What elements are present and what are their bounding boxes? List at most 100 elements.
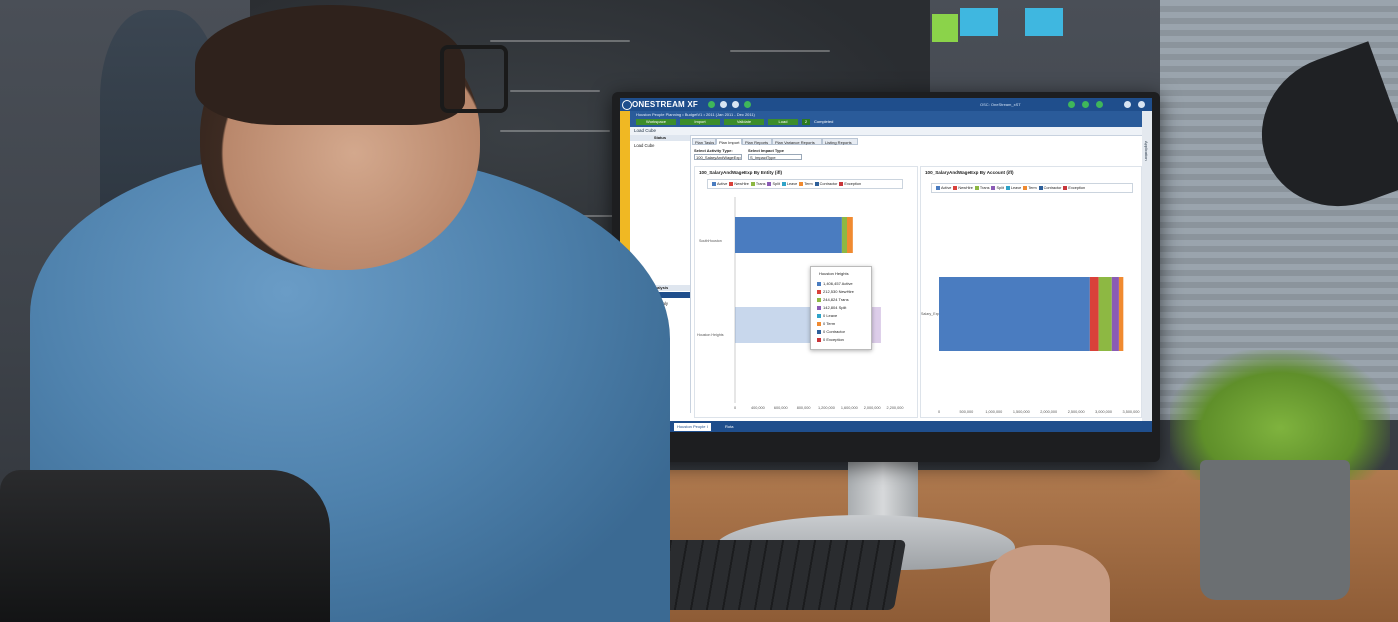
tooltip-swatch: [817, 289, 821, 294]
bar-active[interactable]: [735, 217, 842, 253]
tooltip-swatch: [817, 305, 821, 310]
entity-chart-panel: 100_SalaryAndWageExp By Entity (ifl) Act…: [694, 166, 918, 418]
x-tick-label: 400,000: [751, 406, 765, 410]
tab-plan-tasks[interactable]: Plan Tasks: [692, 138, 716, 145]
screen: ONESTREAM XF OSC: OneStream_xST Houston …: [620, 98, 1152, 432]
bottom-tab-houston-people[interactable]: Houston People I: [674, 423, 711, 431]
sticky-note: [960, 8, 998, 36]
chalk-scribble: [510, 90, 600, 92]
workflow-step-workspace[interactable]: Workspace: [636, 119, 676, 125]
tooltip-value: 244,824 Trans: [823, 297, 849, 302]
sticky-note: [932, 14, 958, 42]
activity-type-select[interactable]: 100_SalaryAndWageExp: [694, 154, 742, 160]
tab-plan-import[interactable]: Plan Import: [716, 138, 742, 145]
person-hair: [195, 5, 465, 125]
workflow-title: Houston People Planning • BudgetV1 • 201…: [636, 112, 755, 117]
bottom-tabs: Dashboard - Cor Houston People I Rota: [630, 421, 1152, 432]
chalk-scribble: [730, 50, 830, 52]
bar-trans[interactable]: [841, 217, 847, 253]
navigate-icon[interactable]: [720, 101, 727, 108]
x-tick-label: 2,200,000: [887, 406, 904, 410]
chalk-scribble: [490, 40, 630, 42]
workflow-step-import[interactable]: Import: [680, 119, 720, 125]
chart-tooltip: Houston Heights 1,406,457 Active 212,530 …: [810, 266, 872, 350]
bar-term[interactable]: [1118, 277, 1124, 351]
save-icon[interactable]: [732, 101, 739, 108]
x-tick-label: 3,000,000: [1095, 410, 1112, 414]
tab-plan-reports[interactable]: Plan Reports: [742, 138, 772, 145]
tooltip-swatch: [817, 337, 821, 342]
status-icon[interactable]: [744, 101, 751, 108]
bar-active[interactable]: [939, 277, 1090, 351]
help-icon[interactable]: [1138, 101, 1145, 108]
tab-listing-reports[interactable]: Listing Reports: [822, 138, 858, 145]
x-tick-label: 0: [938, 410, 940, 414]
tooltip-value: 0 Leave: [823, 313, 838, 318]
workflow-step-count: 2: [802, 119, 810, 125]
right-strip-label: Application: [1144, 141, 1149, 161]
tooltip-row: 0 Leave: [817, 313, 837, 318]
tooltip-row: 244,824 Trans: [817, 297, 849, 302]
onestream-logo-icon: [622, 100, 632, 110]
x-tick-label: 2,000,000: [1040, 410, 1057, 414]
monitor: ONESTREAM XF OSC: OneStream_xST Houston …: [612, 92, 1160, 462]
status-item-load-cube[interactable]: Load Cube: [634, 143, 655, 148]
load-cube-button[interactable]: Load Cube: [634, 128, 656, 133]
bar-trans[interactable]: [1098, 277, 1112, 351]
office-chair: [0, 470, 330, 622]
x-tick-label: 1,600,000: [841, 406, 858, 410]
status-header: Status: [630, 135, 690, 141]
tooltip-swatch: [817, 297, 821, 302]
x-tick-label: 1,500,000: [1013, 410, 1030, 414]
tooltip-row: 142,804 Split: [817, 305, 846, 310]
x-tick-label: 3,500,000: [1123, 410, 1140, 414]
office-photo: ONESTREAM XF OSC: OneStream_xST Houston …: [0, 0, 1398, 622]
workflow-status: Completed: [814, 119, 834, 124]
sticky-note: [1025, 8, 1063, 36]
tab-plan-variance-reports[interactable]: Plan Variance Reports: [772, 138, 822, 145]
toolbar-icon[interactable]: [1068, 101, 1075, 108]
tooltip-swatch: [817, 329, 821, 334]
tooltip-row: 0 Term: [817, 321, 835, 326]
x-tick-label: 0: [734, 406, 736, 410]
tooltip-swatch: [817, 281, 821, 286]
entity-chart-svg: 0 400,000 600,000 800,000 1,200,000 1,600,000…: [734, 197, 904, 410]
app-brand: ONESTREAM XF: [632, 100, 698, 109]
tooltip-swatch: [817, 313, 821, 318]
bar-term[interactable]: [847, 217, 853, 253]
refresh-icon[interactable]: [708, 101, 715, 108]
home-icon[interactable]: [1124, 101, 1131, 108]
tooltip-value: 0 Term: [823, 321, 836, 326]
account-chart-panel: 100_SalaryAndWageExp By Account (ifl) Ac…: [920, 166, 1142, 418]
x-tick-label: 1,200,000: [818, 406, 835, 410]
tooltip-row: 0 Contractor: [817, 329, 845, 334]
bar-split[interactable]: [870, 307, 881, 343]
workflow-step-validate[interactable]: Validate: [724, 119, 764, 125]
account-chart-svg: 0 500,000 1,000,000 1,500,000 2,000,000 2,500…: [938, 277, 1140, 414]
secondary-toolbar: Load Cube: [630, 127, 1152, 136]
plant-pot: [1200, 460, 1350, 600]
x-tick-label: 600,000: [774, 406, 788, 410]
tooltip-value: 212,530 NewHire: [823, 289, 854, 294]
bar-newhire[interactable]: [1089, 277, 1099, 351]
toolbar-icon[interactable]: [1082, 101, 1089, 108]
activity-type-label: Select Activity Type:: [694, 148, 733, 153]
hand: [990, 545, 1110, 622]
tooltip-value: 0 Contractor: [823, 329, 846, 334]
glasses: [440, 45, 508, 113]
x-tick-label: 1,000,000: [985, 410, 1002, 414]
tooltip-value: 142,804 Split: [823, 305, 847, 310]
x-tick-label: 2,000,000: [864, 406, 881, 410]
bottom-tab-rota[interactable]: Rota: [722, 423, 736, 431]
impact-type-label: Select Impact Type: [748, 148, 784, 153]
tooltip-value: 1,406,457 Active: [823, 281, 853, 286]
tooltip-title: Houston Heights: [819, 271, 849, 276]
tooltip-swatch: [817, 321, 821, 326]
impact-type-select[interactable]: S_ImpactType: [748, 154, 802, 160]
x-tick-label: 800,000: [797, 406, 811, 410]
bar-split[interactable]: [1111, 277, 1119, 351]
keyboard: [643, 540, 907, 610]
toolbar-icon[interactable]: [1096, 101, 1103, 108]
workflow-step-load[interactable]: Load: [768, 119, 798, 125]
app-topbar: ONESTREAM XF OSC: OneStream_xST: [620, 98, 1152, 111]
